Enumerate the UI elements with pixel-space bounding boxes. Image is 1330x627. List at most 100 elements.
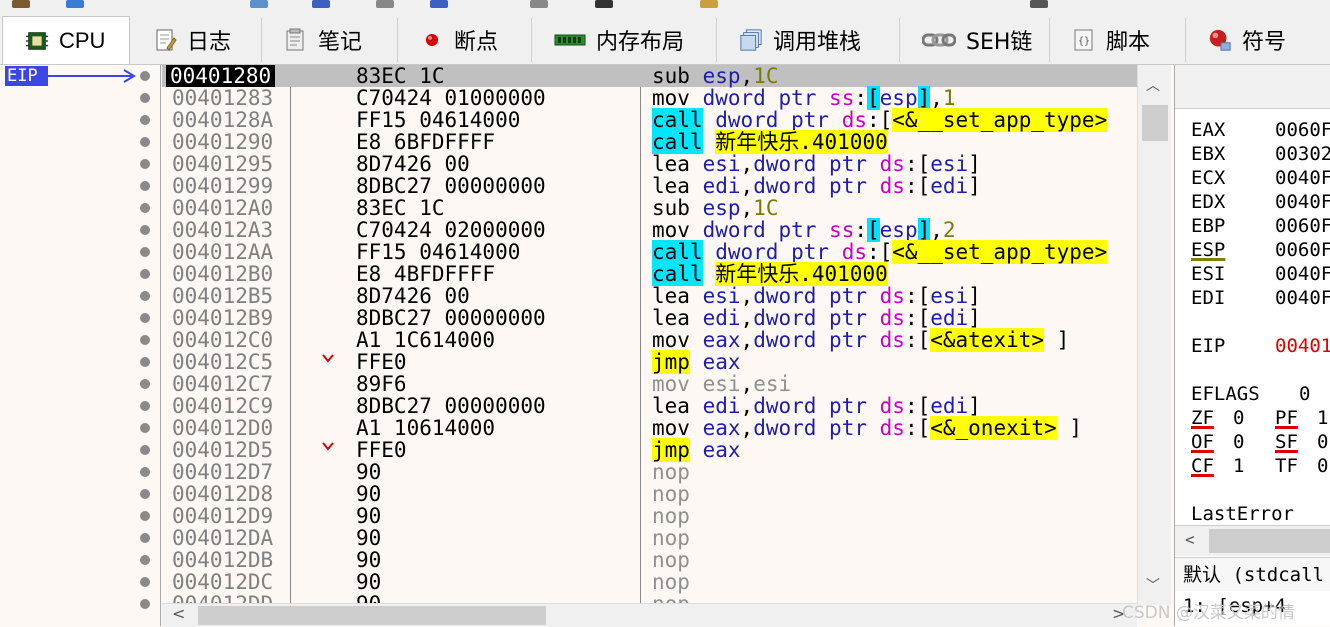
breakpoint-slot[interactable] — [140, 357, 150, 367]
register-row-ecx[interactable]: ECX 0040F — [1191, 167, 1330, 189]
toolbar-icon[interactable] — [1030, 0, 1048, 8]
toolbar-icon[interactable] — [530, 0, 548, 8]
toolbar-icon[interactable] — [700, 0, 718, 8]
breakpoint-slot[interactable] — [140, 533, 150, 543]
disasm-row[interactable]: 00401299 8DBC27 00000000 lea edi,dword ptr… — [162, 175, 1137, 197]
breakpoint-slot[interactable] — [140, 577, 150, 587]
disasm-row[interactable]: 004012D9 90 nop — [162, 505, 1137, 527]
flag-cf[interactable]: CF 1 — [1191, 455, 1244, 477]
tab-label: 断点 — [454, 30, 499, 55]
register-row-eip[interactable]: EIP 00401 — [1191, 335, 1330, 357]
disasm-row[interactable]: 004012DB 90 nop — [162, 549, 1137, 571]
register-row-ebx[interactable]: EBX 00302 — [1191, 143, 1330, 165]
disasm-row[interactable]: 00401280 83EC 1C sub esp,1C — [162, 65, 1137, 87]
flag-tf[interactable]: TF 0 — [1275, 455, 1328, 477]
tab-notes[interactable]: 笔记 — [262, 18, 398, 62]
tab-symbols[interactable]: 符号 — [1186, 18, 1330, 62]
toolbar-icon[interactable] — [430, 0, 448, 8]
register-row-ebp[interactable]: EBP 0060F — [1191, 215, 1330, 237]
tab-log[interactable]: 日志 — [131, 18, 262, 62]
disasm-row[interactable]: 004012B5 8D7426 00 lea esi,dword ptr ds:[e… — [162, 285, 1137, 307]
tab-memory-map[interactable]: 内存布局 — [532, 18, 717, 62]
scroll-left-icon[interactable]: < — [172, 604, 185, 623]
flag-pf[interactable]: PF 1 — [1275, 407, 1328, 429]
toolbar-icon[interactable] — [66, 0, 84, 8]
breakpoint-slot[interactable] — [140, 203, 150, 213]
disassembly-horizontal-scrollbar[interactable]: < > — [162, 603, 1137, 627]
disasm-row[interactable]: 00401290 E8 6BFDFFFF call 新年快乐.401000 — [162, 130, 1137, 154]
breakpoint-slot[interactable] — [140, 71, 150, 81]
breakpoint-slot[interactable] — [140, 599, 150, 609]
breakpoint-slot[interactable] — [140, 269, 150, 279]
flag-of[interactable]: OF 0 — [1191, 431, 1244, 453]
toolbar-icon[interactable] — [250, 0, 268, 8]
breakpoint-slot[interactable] — [140, 313, 150, 323]
flag-sf[interactable]: SF 0 — [1275, 431, 1328, 453]
toolbar-icon[interactable] — [312, 0, 330, 8]
breakpoint-slot[interactable] — [140, 247, 150, 257]
seh-chain-icon — [922, 28, 956, 52]
register-row-esi[interactable]: ESI 0040F — [1191, 263, 1330, 285]
breakpoint-slot[interactable] — [140, 291, 150, 301]
disasm-row[interactable]: 004012DC 90 nop — [162, 571, 1137, 593]
flag-zf[interactable]: ZF 0 — [1191, 407, 1244, 429]
breakpoint-slot[interactable] — [140, 115, 150, 125]
disassembly-vertical-scrollbar[interactable]: ︿ ﹀ — [1137, 65, 1171, 605]
disasm-row[interactable]: 004012C0 A1 1C614000 mov eax,dword ptr ds:… — [162, 328, 1137, 352]
disasm-row[interactable]: 004012D5 FFE0 jmp eax — [162, 438, 1137, 462]
disasm-row[interactable]: 004012C5 FFE0 jmp eax — [162, 350, 1137, 374]
scroll-up-icon[interactable]: ︿ — [1146, 75, 1160, 95]
tab-cpu[interactable]: CPU — [2, 16, 130, 64]
register-panel[interactable]: EAX 0060F EBX 00302 ECX 0040F EDX 0040F EBP 0060F… — [1174, 65, 1330, 626]
register-row-esp[interactable]: ESP 0060F — [1191, 239, 1330, 261]
breakpoint-slot[interactable] — [140, 401, 150, 411]
scrollbar-thumb[interactable] — [198, 606, 546, 625]
breakpoint-slot[interactable] — [140, 511, 150, 521]
toolbar-icon[interactable] — [12, 0, 30, 8]
calling-convention-select[interactable]: 默认 (stdcall — [1175, 557, 1330, 591]
disasm-row[interactable]: 004012A3 C70424 02000000 mov dword ptr ss:… — [162, 218, 1137, 242]
disasm-row[interactable]: 004012D0 A1 10614000 mov eax,dword ptr ds:… — [162, 416, 1137, 440]
breakpoint-slot[interactable] — [140, 335, 150, 345]
disasm-row[interactable]: 004012B9 8DBC27 00000000 lea edi,dword ptr… — [162, 307, 1137, 329]
register-row-eax[interactable]: EAX 0060F — [1191, 119, 1330, 141]
breakpoint-slot[interactable] — [140, 445, 150, 455]
breakpoint-slot[interactable] — [140, 137, 150, 147]
scrollbar-thumb[interactable] — [1142, 105, 1168, 141]
register-row-edi[interactable]: EDI 0040F — [1191, 287, 1330, 309]
breakpoint-slot[interactable] — [140, 93, 150, 103]
scrollbar-thumb[interactable] — [1209, 529, 1330, 553]
tab-seh-chain[interactable]: SEH链 — [900, 18, 1050, 62]
disasm-row[interactable]: 004012D7 90 nop — [162, 461, 1137, 483]
scroll-left-icon[interactable]: < — [1185, 530, 1195, 549]
disasm-row[interactable]: 004012B0 E8 4BFDFFFF call 新年快乐.401000 — [162, 262, 1137, 286]
disasm-row[interactable]: 0040128A FF15 04614000 call dword ptr ds:[… — [162, 108, 1137, 132]
register-horizontal-scrollbar[interactable]: < — [1175, 525, 1330, 556]
disasm-row[interactable]: 004012C7 89F6 mov esi,esi — [162, 373, 1137, 395]
toolbar-icon[interactable] — [595, 0, 613, 8]
register-row-edx[interactable]: EDX 0040F — [1191, 191, 1330, 213]
disassembly-gutter[interactable]: EIP — [0, 65, 161, 626]
disasm-row[interactable]: 00401295 8D7426 00 lea esi,dword ptr ds:[e… — [162, 153, 1137, 175]
disasm-row[interactable]: 004012A0 83EC 1C sub esp,1C — [162, 197, 1137, 219]
disasm-row[interactable]: 00401283 C70424 01000000 mov dword ptr ss:… — [162, 86, 1137, 110]
toolbar-icon[interactable] — [376, 0, 394, 8]
disassembly-view[interactable]: 00401280 83EC 1C sub esp,1C 00401283 C70424 … — [162, 65, 1137, 605]
breakpoint-slot[interactable] — [140, 181, 150, 191]
scroll-down-icon[interactable]: ﹀ — [1146, 575, 1160, 595]
tab-call-stack[interactable]: 调用堆栈 — [717, 18, 900, 62]
breakpoint-slot[interactable] — [140, 555, 150, 565]
breakpoint-slot[interactable] — [140, 467, 150, 477]
breakpoint-slot[interactable] — [140, 225, 150, 235]
disasm-row[interactable]: 004012C9 8DBC27 00000000 lea edi,dword ptr… — [162, 395, 1137, 417]
breakpoint-slot[interactable] — [140, 379, 150, 389]
disasm-row[interactable]: 004012DA 90 nop — [162, 527, 1137, 549]
breakpoint-slot[interactable] — [140, 489, 150, 499]
breakpoint-slot[interactable] — [140, 159, 150, 169]
breakpoint-slot[interactable] — [140, 423, 150, 433]
tab-breakpoints[interactable]: 断点 — [398, 18, 532, 62]
disasm-row[interactable]: 004012D8 90 nop — [162, 483, 1137, 505]
tab-script[interactable]: {} 脚本 — [1050, 18, 1186, 62]
eflags-row[interactable]: EFLAGS 0 — [1191, 383, 1310, 405]
disasm-row[interactable]: 004012AA FF15 04614000 call dword ptr ds:[… — [162, 240, 1137, 264]
